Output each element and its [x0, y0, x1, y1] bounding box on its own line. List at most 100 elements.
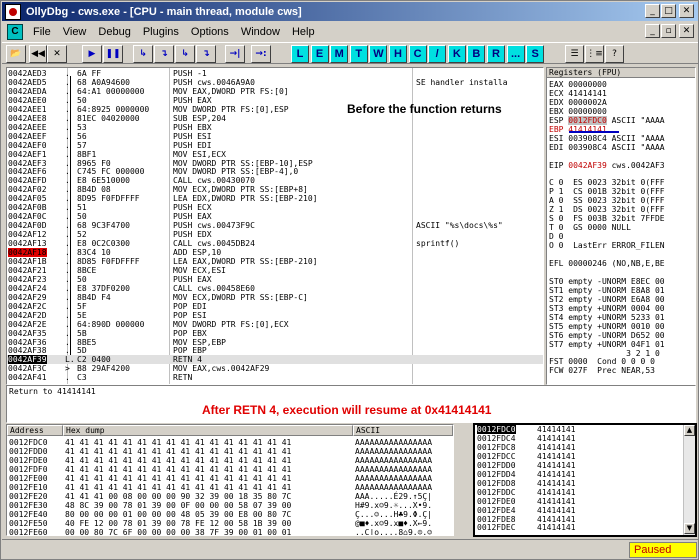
register-row[interactable]: S 0 FS 003B 32bit 7FFDE: [549, 214, 665, 223]
close-program-icon[interactable]: ✕: [47, 45, 67, 63]
register-row[interactable]: ST6 empty -UNORM D652 00: [549, 331, 665, 340]
register-row[interactable]: FST 0000 Cond 0 0 0 0: [549, 357, 655, 366]
stack-row[interactable]: 0012FDC4 41414141: [475, 434, 681, 443]
register-row[interactable]: EDI 003908C4 ASCII "AAAA: [549, 143, 665, 152]
dump-row[interactable]: 0012FE10 41 41 41 41 41 41 41 41 41 41 41…: [7, 483, 453, 492]
stack-row[interactable]: 0012FDC0 41414141: [475, 425, 681, 434]
disasm-row[interactable]: 0042AF2D. 5E POP ESI: [7, 311, 543, 320]
disasm-row[interactable]: 0042AF24. E8 37DF0200 CALL cws.00458E60: [7, 284, 543, 293]
disasm-row[interactable]: 0042AED5. 68 A0A94600 PUSH cws.0046A9A0 SE …: [7, 78, 543, 87]
disasm-row[interactable]: 0042AF2E. 64:890D 000000 MOV DWORD PTR FS:…: [7, 320, 543, 329]
open-icon[interactable]: 📂: [6, 45, 26, 63]
window-button-b[interactable]: B: [467, 45, 486, 63]
register-row[interactable]: ESP 0012FDC0 ASCII "AAAA: [549, 115, 665, 125]
stack-row[interactable]: 0012FDD0 41414141: [475, 461, 681, 470]
window-button-w[interactable]: W: [369, 45, 388, 63]
dump-row[interactable]: 0012FDC0 41 41 41 41 41 41 41 41 41 41 41…: [7, 438, 453, 447]
dump-col-hex[interactable]: Hex dump: [63, 425, 353, 436]
register-row[interactable]: D 0: [549, 232, 563, 241]
registers-pane[interactable]: Registers (FPU) EAX 00000000 ECX 41414141…: [546, 67, 696, 385]
dump-col-ascii[interactable]: ASCII: [353, 425, 453, 436]
disasm-row[interactable]: 0042AF18. 83C4 10 ADD ESP,10: [7, 248, 543, 257]
disasm-row[interactable]: 0042AEDA. 64:A1 00000000 MOV EAX,DWORD PTR…: [7, 87, 543, 96]
disasm-row[interactable]: 0042AEF3. 8965 F0 MOV DWORD PTR SS:[EBP-10…: [7, 159, 543, 168]
stack-row[interactable]: 0012FDDC 41414141: [475, 488, 681, 497]
dump-row[interactable]: 0012FDD0 41 41 41 41 41 41 41 41 41 41 41…: [7, 447, 453, 456]
dump-row[interactable]: 0012FE40 80 00 00 00 01 00 00 00 48 05 39…: [7, 510, 453, 519]
mdi-restore-button[interactable]: ▫: [661, 24, 676, 38]
disasm-row[interactable]: 0042AEE1. 64:8925 0000000 MOV DWORD PTR FS…: [7, 105, 543, 114]
options-list-icon[interactable]: ⋮≡: [585, 45, 604, 63]
register-row[interactable]: ST3 empty +UNORM 0004 00: [549, 304, 665, 313]
dump-row[interactable]: 0012FDF0 41 41 41 41 41 41 41 41 41 41 41…: [7, 465, 453, 474]
register-row[interactable]: P 1 CS 001B 32bit 0(FFF: [549, 187, 665, 196]
register-row[interactable]: ST4 empty +UNORM 5233 01: [549, 313, 665, 322]
window-button-t[interactable]: T: [349, 45, 368, 63]
disasm-row[interactable]: 0042AEE0. 50 PUSH EAX: [7, 96, 543, 105]
menu-plugins[interactable]: Plugins: [137, 26, 185, 38]
register-row[interactable]: EBX 00000000: [549, 107, 607, 116]
disasm-row[interactable]: 0042AF39 L. C2 0400 RETN 4: [7, 355, 543, 365]
execute-till-return-icon[interactable]: →|: [225, 45, 245, 63]
stack-row[interactable]: 0012FDE4 41414141: [475, 506, 681, 515]
disasm-row[interactable]: 0042AEFD. E8 6E510000 CALL cws.00430070: [7, 176, 543, 185]
step-into-icon[interactable]: ↳: [133, 45, 153, 63]
menu-options[interactable]: Options: [185, 26, 235, 38]
register-row[interactable]: EIP 0042AF39 cws.0042AF3: [549, 161, 665, 170]
register-row[interactable]: ST7 empty +UNORM 04F1 01: [549, 340, 665, 349]
disasm-row[interactable]: 0042AF36. 8BE5 MOV ESP,EBP: [7, 338, 543, 347]
register-row[interactable]: ESI 003908C4 ASCII "AAAA: [549, 134, 665, 143]
register-row[interactable]: C 0 ES 0023 32bit 0(FFF: [549, 178, 665, 187]
disasm-row[interactable]: 0042AF0D. 68 9C3F4700 PUSH cws.00473F9C ASC…: [7, 221, 543, 230]
help-icon[interactable]: ?: [605, 45, 624, 63]
disasm-row[interactable]: 0042AEF0. 57 PUSH EDI: [7, 141, 543, 150]
title-bar[interactable]: OllyDbg - cws.exe - [CPU - main thread, …: [2, 2, 698, 21]
disasm-row[interactable]: 0042AF13. E8 0C2C0300 CALL cws.0045DB24 spr…: [7, 239, 543, 248]
stack-row[interactable]: 0012FDC8 41414141: [475, 443, 681, 452]
menu-file[interactable]: File: [27, 26, 57, 38]
disasm-row[interactable]: 0042AED3. 6A FF PUSH -1: [7, 69, 543, 78]
dump-row[interactable]: 0012FE00 41 41 41 41 41 41 41 41 41 41 41…: [7, 474, 453, 483]
disasm-row[interactable]: 0042AF2C. 5F POP EDI: [7, 302, 543, 311]
disasm-row[interactable]: 0042AF02. 8B4D 08 MOV ECX,DWORD PTR SS:[EB…: [7, 185, 543, 194]
stack-row[interactable]: 0012FDE8 41414141: [475, 515, 681, 524]
disasm-row[interactable]: 0042AEEF. 56 PUSH ESI: [7, 132, 543, 141]
window-button-k[interactable]: K: [447, 45, 466, 63]
stack-row[interactable]: 0012FDD4 41414141: [475, 470, 681, 479]
run-icon[interactable]: ▶: [82, 45, 102, 63]
dump-row[interactable]: 0012FE60 00 00 80 7C 6F 00 00 00 00 38 7F…: [7, 528, 453, 536]
stack-row[interactable]: 0012FDD8 41414141: [475, 479, 681, 488]
window-button-c[interactable]: C: [408, 45, 427, 63]
dump-pane[interactable]: Address Hex dump ASCII 0012FDC0 41 41 41 …: [6, 424, 454, 536]
register-row[interactable]: EFL 00000246 (NO,NB,E,BE: [549, 259, 665, 268]
disasm-row[interactable]: 0042AF21. 8BCE MOV ECX,ESI: [7, 266, 543, 275]
disasm-row[interactable]: 0042AF29. 8B4D F4 MOV ECX,DWORD PTR SS:[EB…: [7, 293, 543, 302]
disasm-row[interactable]: 0042AEF1. 8BF1 MOV ESI,ECX: [7, 150, 543, 159]
register-row[interactable]: ECX 41414141: [549, 89, 607, 98]
stack-row[interactable]: 0012FDE0 41414141: [475, 497, 681, 506]
window-button-h[interactable]: H: [389, 45, 407, 63]
dump-col-address[interactable]: Address: [7, 425, 63, 436]
cpu-window-icon[interactable]: C: [7, 23, 23, 40]
register-row[interactable]: FCW 027F Prec NEAR,53: [549, 366, 655, 375]
window-button-r[interactable]: R: [487, 45, 505, 63]
step-over-icon[interactable]: ↴: [154, 45, 174, 63]
register-row[interactable]: Z 1 DS 0023 32bit 0(FFF: [549, 205, 665, 214]
window-button-m[interactable]: M: [330, 45, 349, 63]
stack-scrollbar[interactable]: ▲ ▼: [683, 425, 695, 535]
disasm-row[interactable]: 0042AF3C > B8 29AF4200 MOV EAX,cws.0042AF29: [7, 364, 543, 373]
minimize-button[interactable]: _: [645, 4, 660, 18]
stack-row[interactable]: 0012FDEC 41414141: [475, 523, 681, 532]
window-button-l[interactable]: L: [291, 45, 309, 63]
disasm-row[interactable]: 0042AEE8. 81EC 04020000 SUB ESP,204: [7, 114, 543, 123]
maximize-button[interactable]: □: [661, 4, 676, 18]
trace-into-icon[interactable]: ↳: [175, 45, 195, 63]
disasm-row[interactable]: 0042AF23. 50 PUSH EAX: [7, 275, 543, 284]
stack-row[interactable]: 0012FDCC 41414141: [475, 452, 681, 461]
scroll-down-icon[interactable]: ▼: [684, 523, 695, 534]
trace-over-icon[interactable]: ↴: [196, 45, 216, 63]
disasm-row[interactable]: 0042AEF6. C745 FC 000000 MOV DWORD PTR SS:…: [7, 167, 543, 176]
register-row[interactable]: EAX 00000000: [549, 80, 607, 89]
disassembly-pane[interactable]: Before the function returns 0042AED3. 6A …: [6, 67, 544, 385]
dump-row[interactable]: 0012FE50 40 FE 12 00 78 01 39 00 78 FE 12…: [7, 519, 453, 528]
